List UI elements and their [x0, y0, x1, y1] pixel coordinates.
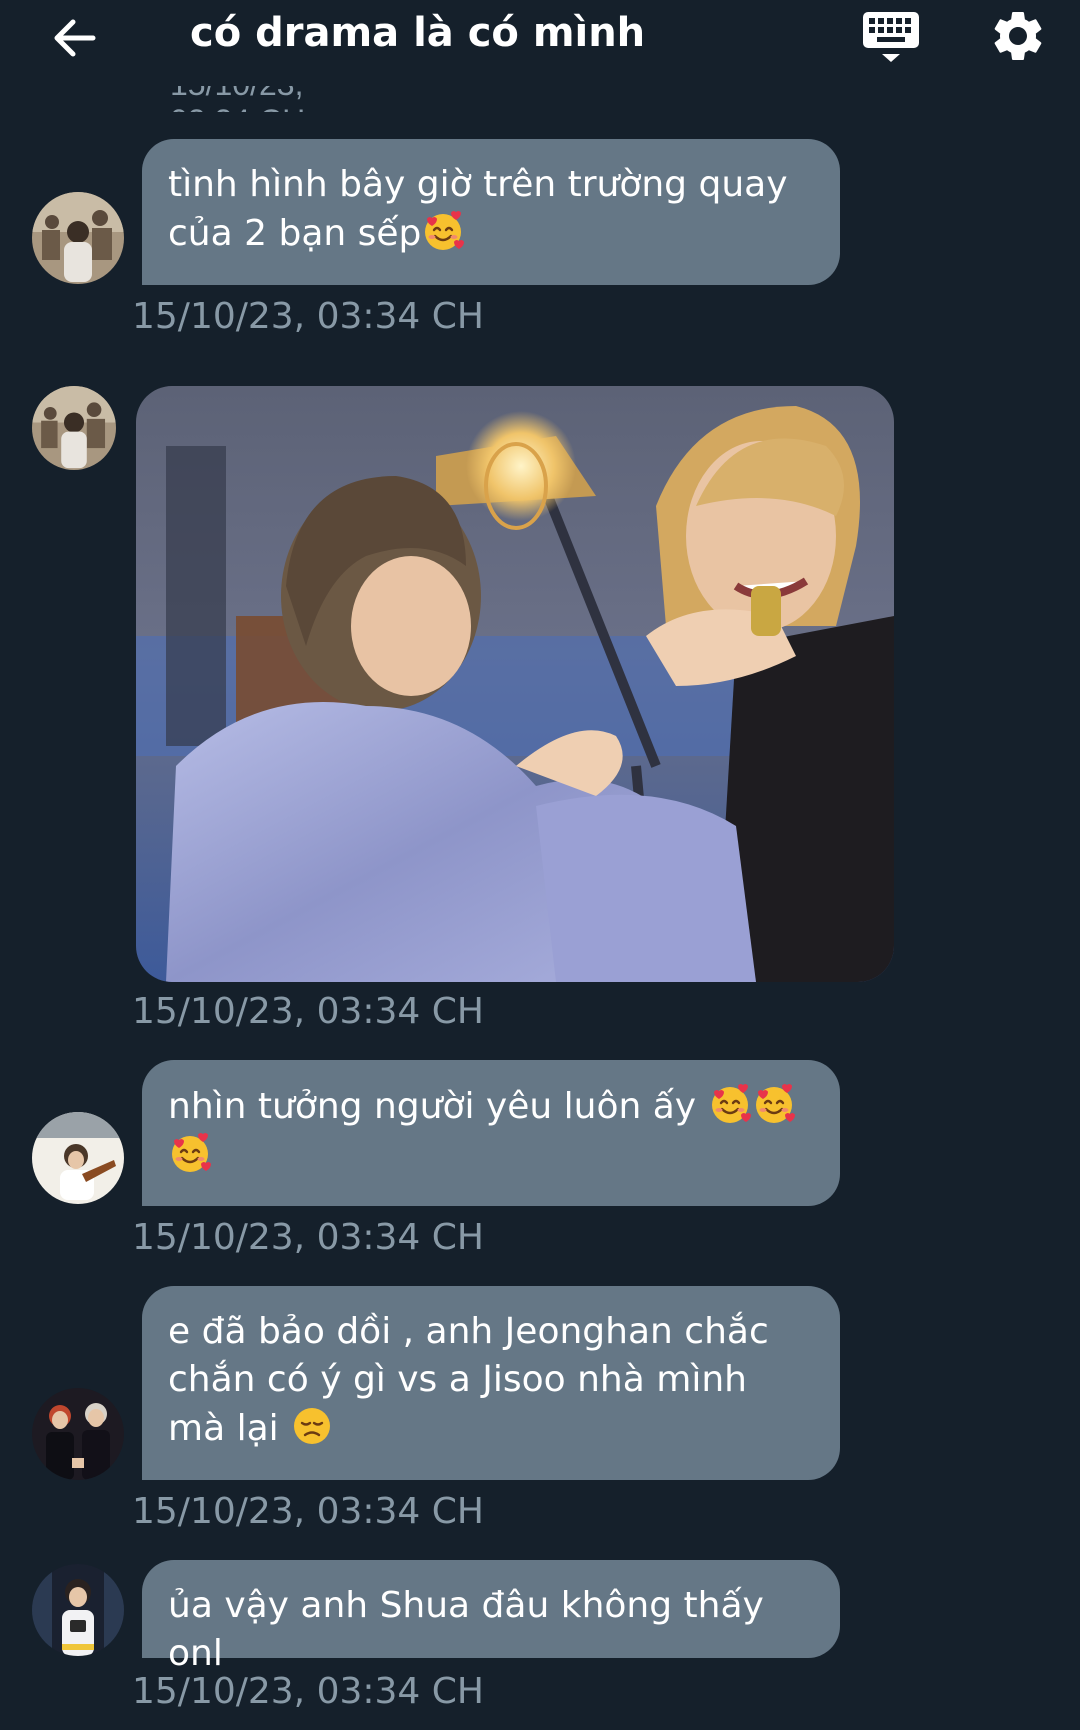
- smiling-face-with-hearts-icon: [172, 1133, 211, 1172]
- avatar[interactable]: [32, 1112, 124, 1204]
- user-avatar-image: [32, 1388, 124, 1480]
- avatar[interactable]: [32, 386, 116, 470]
- avatar[interactable]: [32, 192, 124, 284]
- user-avatar-image: [32, 386, 116, 470]
- message-bubble[interactable]: nhìn tưởng người yêu luôn ấy: [142, 1060, 840, 1206]
- message-photo[interactable]: [136, 386, 894, 982]
- avatar[interactable]: [32, 1388, 124, 1480]
- chat-title: có drama là có mình: [190, 10, 646, 56]
- avatar[interactable]: [32, 1564, 124, 1656]
- disappointed-face-icon: [294, 1408, 331, 1444]
- message-text: e đã bảo dồi , anh Jeonghan chắc chắn có…: [168, 1311, 769, 1449]
- smiling-face-with-hearts-icon: [711, 1084, 751, 1123]
- message-timestamp: 15/10/23, 03:34 CH: [132, 1491, 484, 1532]
- message-bubble[interactable]: e đã bảo dồi , anh Jeonghan chắc chắn có…: [142, 1286, 840, 1480]
- message-bubble[interactable]: tình hình bây giờ trên trường quay của 2…: [142, 139, 840, 285]
- clipped-previous-timestamp: 15/10/23, 03:34 CH: [170, 86, 320, 112]
- message-timestamp: 15/10/23, 03:34 CH: [132, 296, 484, 337]
- message-text: ủa vậy anh Shua đâu không thấy onl: [168, 1585, 764, 1674]
- settings-button[interactable]: [988, 6, 1048, 66]
- message-timestamp: 15/10/23, 03:34 CH: [132, 991, 484, 1032]
- user-avatar-image: [32, 1112, 124, 1204]
- message-text: tình hình bây giờ trên trường quay của 2…: [168, 164, 788, 254]
- message-timestamp: 15/10/23, 03:34 CH: [132, 1217, 484, 1258]
- message-text: nhìn tưởng người yêu luôn ấy: [168, 1086, 697, 1127]
- shared-photo-image: [136, 386, 894, 982]
- gear-icon: [994, 11, 1042, 60]
- smiling-face-with-hearts-icon: [425, 211, 465, 250]
- user-avatar-image: [32, 1564, 124, 1656]
- keyboard-button[interactable]: [858, 6, 924, 66]
- arrow-left-icon: [54, 19, 96, 57]
- back-button[interactable]: [44, 8, 104, 68]
- smiling-face-with-hearts-icon: [755, 1084, 795, 1123]
- keyboard-icon: [863, 12, 919, 62]
- message-timestamp: 15/10/23, 03:34 CH: [132, 1671, 484, 1712]
- user-avatar-image: [32, 192, 124, 284]
- chat-header: có drama là có mình: [0, 0, 1080, 80]
- message-bubble[interactable]: ủa vậy anh Shua đâu không thấy onl: [142, 1560, 840, 1674]
